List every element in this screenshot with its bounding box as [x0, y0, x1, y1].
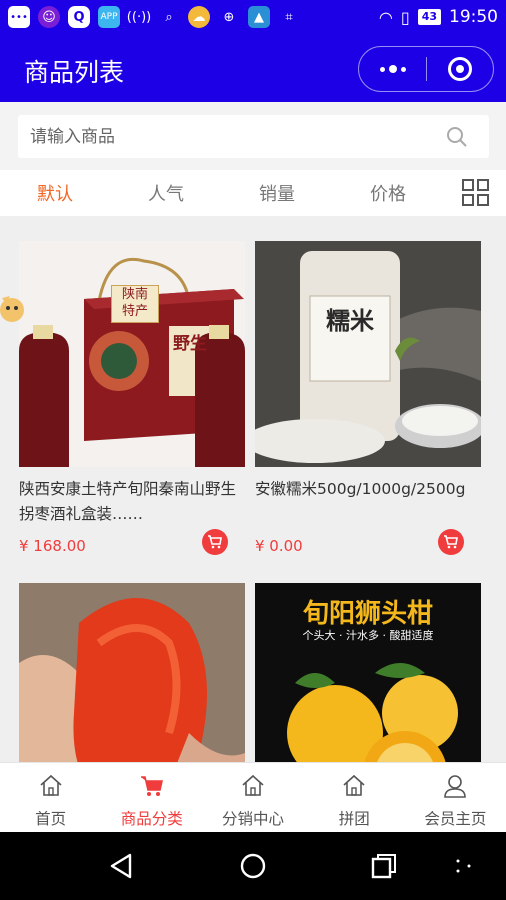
system-nav-bar — [0, 832, 506, 900]
product-price: ¥ 0.00 — [255, 537, 303, 555]
bottom-tab-bar: 首页 商品分类 分销中心 拼团 会员主页 — [0, 762, 506, 832]
user-icon — [444, 775, 467, 798]
product-card[interactable]: 旬阳狮头柑 个头大 · 汁水多 · 酸甜适度 — [255, 583, 481, 762]
search-box — [18, 115, 489, 158]
weather-icon: ☁ — [188, 6, 210, 28]
weather-app-icon: ▲ — [248, 6, 270, 28]
home-icon — [343, 774, 365, 796]
product-card[interactable]: 陕南 特产 野生 陕西安康土特产旬阳秦南山野生拐枣酒礼盒装…… ¥ 168.00 — [19, 241, 245, 555]
wifi-icon: ◠ — [378, 7, 393, 27]
tabbar-item-member[interactable]: 会员主页 — [405, 763, 506, 832]
search-icon[interactable] — [445, 125, 469, 149]
search-icon: ⌕ — [165, 9, 173, 25]
tabbar-item-distribution[interactable]: 分销中心 — [202, 763, 303, 832]
product-card[interactable] — [19, 583, 245, 762]
more-button[interactable] — [359, 47, 426, 91]
more-dot-icon — [379, 66, 385, 72]
product-name[interactable]: 陕西安康土特产旬阳秦南山野生拐枣酒礼盒装…… — [19, 477, 245, 527]
tab-default[interactable]: 默认 — [37, 180, 73, 206]
status-bar-notifications: ••• ☺ Q APP ((·)) ⌕ ☁ ⊕ ▲ ⌗ — [8, 6, 300, 28]
rice-bag-label: 糯米 — [326, 307, 374, 335]
back-icon[interactable] — [108, 852, 136, 880]
home-icon — [40, 774, 62, 796]
product-image[interactable]: 旬阳狮头柑 个头大 · 汁水多 · 酸甜适度 — [255, 583, 481, 762]
banner-subtitle: 个头大 · 汁水多 · 酸甜适度 — [302, 629, 434, 642]
add-to-cart-button[interactable] — [438, 529, 464, 555]
emoji-icon: ☺ — [38, 6, 60, 28]
miniprogram-capsule — [358, 46, 494, 92]
search-bar — [0, 102, 506, 170]
tabbar-label: 拼团 — [338, 810, 370, 828]
cart-icon — [444, 535, 458, 549]
battery-icon: 43 — [417, 9, 441, 25]
tabbar-label: 首页 — [35, 810, 67, 828]
mascot-float[interactable] — [0, 290, 30, 330]
nav-bar: 商品列表 — [0, 34, 506, 102]
search-input[interactable] — [30, 115, 430, 158]
product-name[interactable]: 安徽糯米500g/1000g/2500g — [255, 477, 481, 527]
more-dot-icon — [400, 66, 406, 72]
product-card[interactable]: 糯米 安徽糯米500g/1000g/2500g ¥ 0.00 — [255, 241, 481, 555]
product-image[interactable] — [19, 583, 245, 762]
product-image[interactable]: 糯米 — [255, 241, 481, 467]
tabbar-item-groupbuy[interactable]: 拼团 — [304, 763, 405, 832]
close-circle-icon — [448, 57, 472, 81]
app-store-icon: APP — [98, 6, 120, 28]
cart-icon — [140, 776, 163, 796]
product-grid: 陕南 特产 野生 陕西安康土特产旬阳秦南山野生拐枣酒礼盒装…… ¥ 168.00 — [0, 216, 506, 762]
recents-icon[interactable] — [370, 852, 398, 880]
status-bar: ••• ☺ Q APP ((·)) ⌕ ☁ ⊕ ▲ ⌗ ◠ ▯ 43 19:50 — [0, 0, 506, 34]
bottle-label: 野生 — [173, 334, 207, 354]
status-bar-system: ◠ ▯ 43 19:50 — [379, 7, 498, 27]
banner-title: 旬阳狮头柑 — [302, 599, 433, 629]
chat-icon: ••• — [8, 6, 30, 28]
tab-price[interactable]: 价格 — [370, 180, 406, 206]
home-icon — [242, 774, 264, 796]
page-title: 商品列表 — [24, 58, 125, 87]
hotspot-icon: ((·)) — [126, 9, 152, 25]
tabbar-item-home[interactable]: 首页 — [0, 763, 101, 832]
tabbar-label: 分销中心 — [222, 810, 285, 828]
tab-popularity[interactable]: 人气 — [148, 180, 184, 206]
gift-box-label: 陕南 特产 — [111, 285, 159, 323]
grid-view-icon[interactable] — [462, 179, 489, 206]
menu-dots-icon[interactable] — [455, 858, 475, 874]
tab-sales[interactable]: 销量 — [259, 180, 295, 206]
tabbar-label: 商品分类 — [120, 810, 183, 828]
tabbar-item-category[interactable]: 商品分类 — [101, 763, 202, 832]
app-q-icon: Q — [68, 6, 90, 28]
gift-box-label-top: 陕南 — [121, 287, 148, 302]
status-time: 19:50 — [449, 7, 498, 27]
scan-icon: ⌗ — [285, 9, 293, 25]
product-price: ¥ 168.00 — [19, 537, 86, 555]
product-image[interactable]: 陕南 特产 野生 — [19, 241, 245, 467]
home-circle-icon[interactable] — [239, 852, 267, 880]
sim-icon: ▯ — [400, 7, 410, 27]
close-button[interactable] — [427, 47, 493, 91]
cart-icon — [208, 535, 222, 549]
sort-tabs: 默认 人气 销量 价格 — [0, 170, 506, 216]
add-to-cart-button[interactable] — [202, 529, 228, 555]
tabbar-label: 会员主页 — [424, 810, 487, 828]
location-icon: ⊕ — [223, 9, 235, 25]
gift-box-label-mid: 特产 — [121, 304, 148, 319]
more-dot-icon — [388, 65, 397, 73]
